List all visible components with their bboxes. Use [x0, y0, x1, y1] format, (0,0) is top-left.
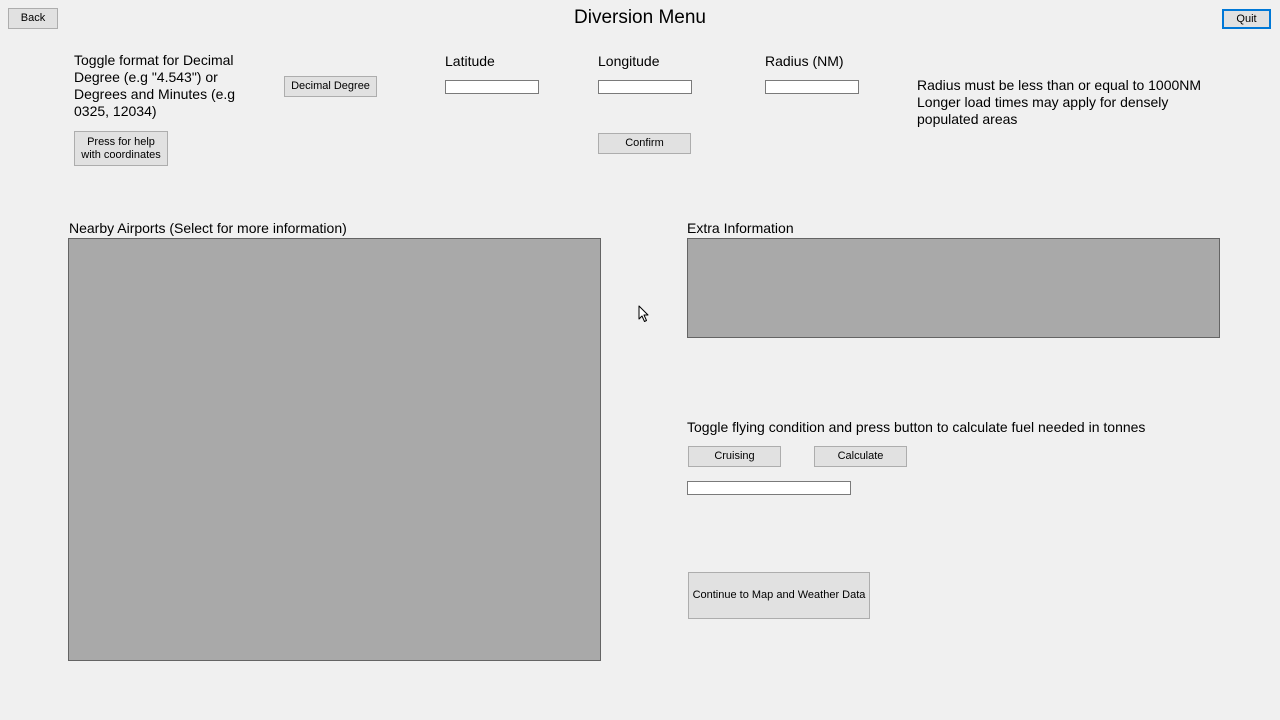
coordinate-help-button-line-2: with coordinates — [81, 148, 161, 161]
coordinate-help-button[interactable]: Press for help with coordinates — [74, 131, 168, 166]
page-title: Diversion Menu — [574, 7, 706, 28]
format-help-line-1: Toggle format for Decimal — [74, 52, 234, 68]
confirm-button[interactable]: Confirm — [598, 133, 691, 154]
latitude-input[interactable] — [445, 80, 539, 94]
calculate-fuel-button[interactable]: Calculate — [814, 446, 907, 467]
extra-information-box[interactable] — [687, 238, 1220, 338]
coordinate-help-button-line-1: Press for help — [87, 135, 155, 148]
format-help-line-3: Degrees and Minutes (e.g — [74, 86, 236, 102]
nearby-airports-list[interactable] — [68, 238, 601, 661]
format-help-line-2: Degree (e.g "4.543") or — [74, 69, 218, 85]
longitude-label: Longitude — [598, 53, 660, 69]
quit-button[interactable]: Quit — [1222, 9, 1271, 29]
continue-to-map-button[interactable]: Continue to Map and Weather Data — [688, 572, 870, 619]
nearby-airports-label: Nearby Airports (Select for more informa… — [69, 220, 347, 236]
format-help-line-4: 0325, 12034) — [74, 103, 157, 119]
longitude-input[interactable] — [598, 80, 692, 94]
radius-note-line-2: Longer load times may apply for densely — [917, 94, 1169, 110]
latitude-label: Latitude — [445, 53, 495, 69]
fuel-result-field[interactable] — [687, 481, 851, 495]
radius-input[interactable] — [765, 80, 859, 94]
coordinate-format-toggle-button[interactable]: Decimal Degree — [284, 76, 377, 97]
radius-note-line-3: populated areas — [917, 111, 1018, 127]
flying-condition-toggle-button[interactable]: Cruising — [688, 446, 781, 467]
extra-information-label: Extra Information — [687, 220, 794, 236]
mouse-pointer-icon — [638, 305, 649, 322]
radius-note-line-1: Radius must be less than or equal to 100… — [917, 77, 1202, 93]
radius-label: Radius (NM) — [765, 53, 844, 69]
fuel-instructions: Toggle flying condition and press button… — [687, 419, 1146, 435]
